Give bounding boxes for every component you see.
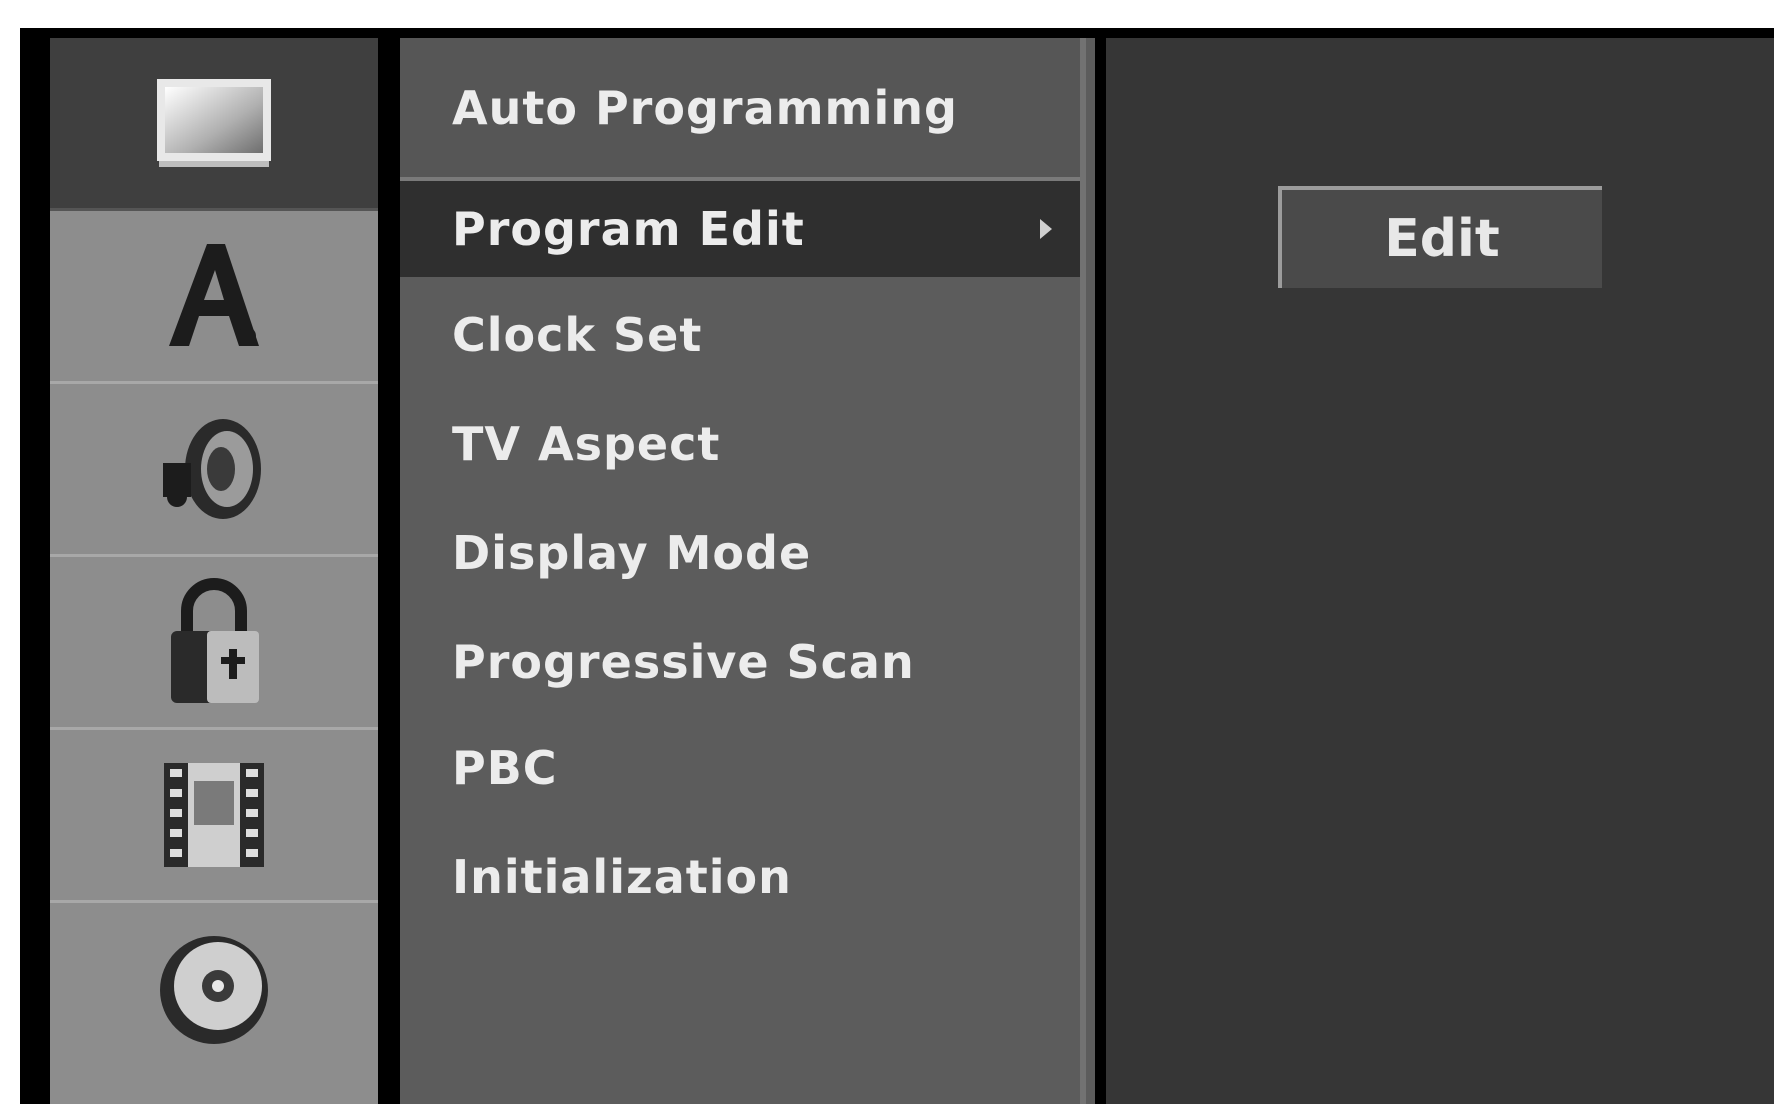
submenu-panel: Edit bbox=[1106, 38, 1774, 1104]
menu-item-label: Auto Programming bbox=[452, 80, 958, 135]
audio-icon bbox=[163, 419, 261, 519]
menu-item-tv-aspect[interactable]: TV Aspect bbox=[400, 394, 1080, 494]
edit-button[interactable]: Edit bbox=[1278, 186, 1602, 288]
menu-separator bbox=[1080, 38, 1086, 1104]
menu-item-pbc[interactable]: PBC bbox=[400, 718, 1080, 818]
menu-item-label: Progressive Scan bbox=[452, 635, 915, 689]
column-divider bbox=[378, 28, 400, 1104]
menu-item-progressive-scan[interactable]: Progressive Scan bbox=[400, 612, 1080, 712]
submenu-arrow-icon bbox=[1040, 219, 1052, 239]
category-lock[interactable] bbox=[50, 557, 378, 730]
category-icon-column bbox=[50, 38, 378, 1104]
category-general[interactable] bbox=[50, 38, 378, 211]
menu-item-label: TV Aspect bbox=[452, 417, 721, 471]
category-audio[interactable] bbox=[50, 384, 378, 557]
menu-item-label: Display Mode bbox=[452, 526, 812, 580]
category-disc[interactable] bbox=[50, 903, 378, 1076]
disc-icon bbox=[160, 935, 268, 1044]
menu-item-label: Clock Set bbox=[452, 308, 703, 362]
menu-item-label: Initialization bbox=[452, 850, 792, 904]
menu-item-clock-set[interactable]: Clock Set bbox=[400, 285, 1080, 385]
menu-item-label: Program Edit bbox=[452, 202, 805, 256]
language-icon bbox=[169, 244, 259, 346]
category-recording[interactable] bbox=[50, 730, 378, 903]
lock-icon bbox=[171, 578, 259, 703]
tv-icon bbox=[157, 79, 271, 167]
menu-item-label: PBC bbox=[452, 741, 558, 795]
setup-menu-list: Auto Programming Program Edit Clock Set … bbox=[400, 38, 1095, 1104]
menu-item-display-mode[interactable]: Display Mode bbox=[400, 503, 1080, 603]
menu-item-program-edit[interactable]: Program Edit bbox=[400, 181, 1080, 277]
category-language[interactable] bbox=[50, 211, 378, 384]
menu-item-auto-programming[interactable]: Auto Programming bbox=[400, 38, 1080, 181]
menu-item-initialization[interactable]: Initialization bbox=[400, 827, 1080, 927]
recording-icon bbox=[164, 763, 264, 867]
setup-menu-screen: Auto Programming Program Edit Clock Set … bbox=[20, 28, 1774, 1104]
